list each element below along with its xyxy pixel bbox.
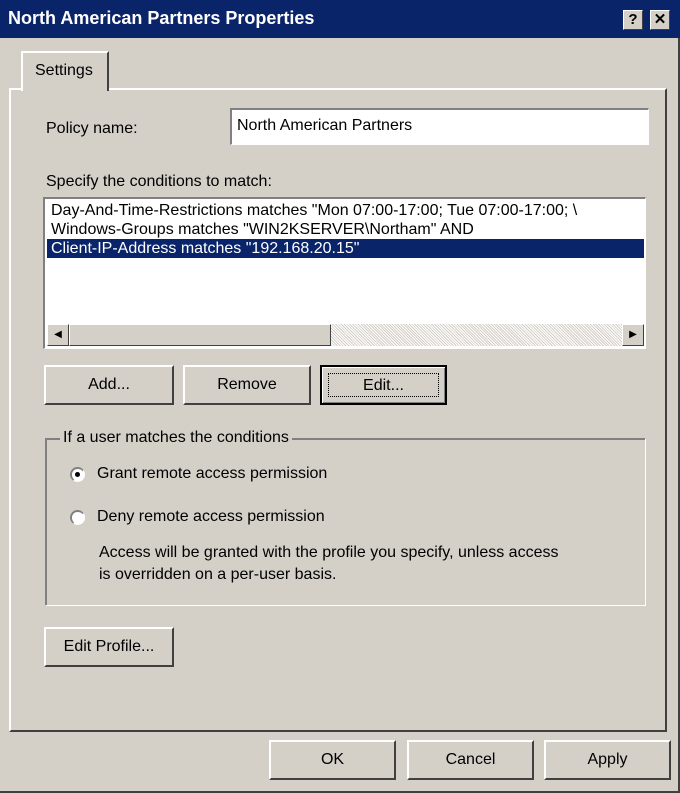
ok-button[interactable]: OK [269,740,396,780]
add-button[interactable]: Add... [44,365,174,405]
radio-selected-dot [75,472,80,477]
policy-name-value: North American Partners [237,117,413,134]
help-button[interactable]: ? [623,10,643,30]
deny-radio-label[interactable]: Deny remote access permission [97,508,325,526]
grant-radio-label[interactable]: Grant remote access permission [97,465,327,483]
conditions-label: Specify the conditions to match: [46,173,272,190]
cancel-button[interactable]: Cancel [407,740,534,780]
scroll-thumb[interactable] [69,324,331,346]
policy-name-input[interactable]: North American Partners [230,108,649,145]
access-info-line: is overridden on a per-user basis. [99,566,337,583]
groupbox-legend: If a user matches the conditions [60,429,292,447]
remove-button[interactable]: Remove [183,365,311,405]
properties-dialog: North American Partners Properties ? ✕ S… [0,0,680,793]
edit-button-label: Edit... [328,373,439,397]
condition-item[interactable]: Day-And-Time-Restrictions matches "Mon 0… [47,201,644,220]
policy-name-label: Policy name: [46,120,138,137]
access-info-text: Access will be granted with the profile … [99,542,639,586]
tab-settings[interactable]: Settings [21,51,109,91]
scroll-left-button[interactable]: ◀ [47,324,69,346]
edit-profile-button[interactable]: Edit Profile... [44,627,174,667]
horizontal-scrollbar[interactable]: ◀ ▶ [47,324,644,346]
close-button[interactable]: ✕ [650,10,670,30]
scroll-right-button[interactable]: ▶ [622,324,644,346]
condition-item-selected[interactable]: Client-IP-Address matches "192.168.20.15… [47,239,644,258]
condition-item[interactable]: Windows-Groups matches "WIN2KSERVER\Nort… [47,220,644,239]
window-title: North American Partners Properties [8,8,315,28]
apply-button[interactable]: Apply [544,740,671,780]
conditions-list[interactable]: Day-And-Time-Restrictions matches "Mon 0… [43,197,646,349]
edit-button[interactable]: Edit... [320,365,447,405]
access-info-line: Access will be granted with the profile … [99,544,559,561]
deny-radio[interactable] [70,510,85,525]
title-bar[interactable]: North American Partners Properties ? ✕ [0,0,680,38]
grant-radio[interactable] [70,467,85,482]
tab-settings-label: Settings [35,62,93,79]
